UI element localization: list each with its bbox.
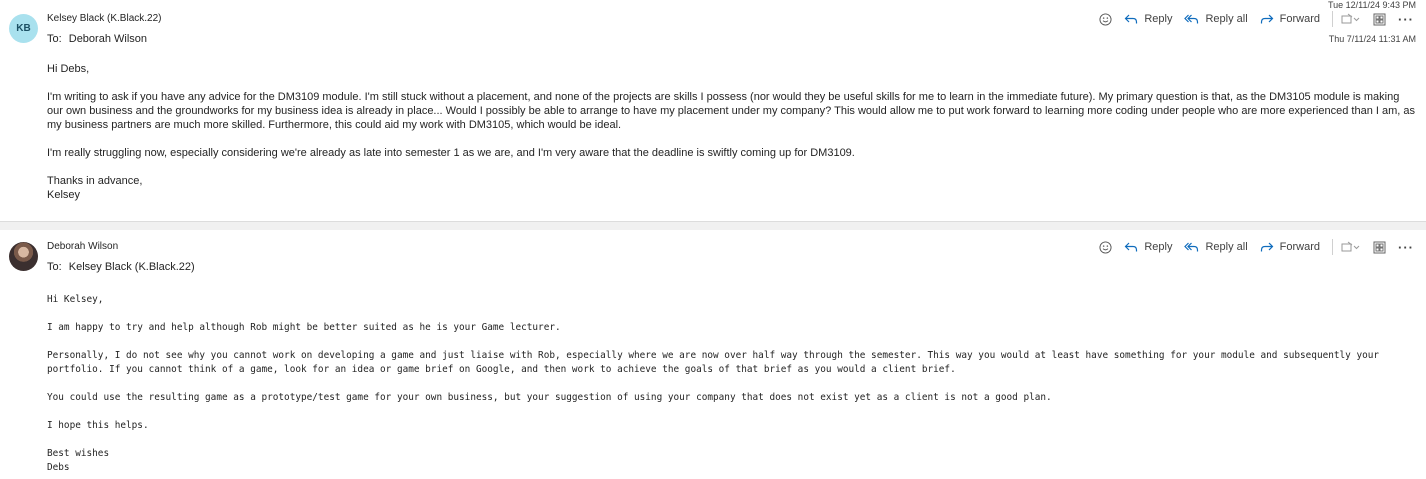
body-paragraph: Hi Debs, [47,63,90,75]
apps-icon [1341,241,1360,252]
more-options-icon[interactable]: ··· [1398,240,1414,255]
body-paragraph: I'm writing to ask if you have any advic… [47,91,1415,131]
body-paragraph: Thanks in advance, [47,175,143,187]
reply-all-icon [1184,242,1199,252]
sender-name[interactable]: Deborah Wilson [47,241,118,252]
emoji-reaction-icon[interactable] [1099,240,1112,254]
body-paragraph: I hope this helps. [47,420,149,431]
more-options-icon[interactable]: ··· [1398,12,1414,27]
forward-button[interactable]: Forward [1260,13,1320,25]
apps-icon [1341,13,1360,24]
immersive-reader-button[interactable] [1373,241,1386,254]
forward-icon [1260,242,1274,252]
reply-all-label: Reply all [1205,241,1248,253]
body-paragraph: You could use the resulting game as a pr… [47,392,1052,403]
body-paragraph: Personally, I do not see why you cannot … [47,350,1380,375]
toolbar-divider [1332,239,1333,255]
reply-button[interactable]: Reply [1124,241,1172,253]
reply-icon [1124,14,1138,24]
reply-all-label: Reply all [1205,13,1248,25]
avatar[interactable] [9,242,38,271]
apps-dropdown-button[interactable] [1341,241,1361,253]
message-date: Thu 7/11/24 11:31 AM [1328,34,1416,44]
recipients-line: To: Deborah Wilson [47,33,147,45]
immersive-reader-button[interactable] [1373,13,1386,26]
forward-label: Forward [1279,13,1320,25]
reply-label: Reply [1144,241,1173,253]
emoji-reaction-icon[interactable] [1099,12,1112,26]
reply-button[interactable]: Reply [1124,13,1172,25]
message-actions: Reply Reply all Forward ··· [1099,10,1426,28]
body-paragraph: I'm really struggling now, especially co… [47,147,855,159]
recipient-name[interactable]: Kelsey Black (K.Black.22) [69,261,195,273]
forward-label: Forward [1279,241,1320,253]
apps-dropdown-button[interactable] [1341,13,1361,25]
to-label: To: [47,33,62,45]
message-date: Tue 12/11/24 9:43 PM [1327,0,1416,10]
toolbar-divider [1332,11,1333,27]
body-paragraph: Best wishes [47,448,110,459]
email-message-1: KB Kelsey Black (K.Black.22) To: Deborah… [0,0,1426,222]
reader-icon [1373,241,1386,253]
message-body: Hi Debs, I'm writing to ask if you have … [47,62,1417,202]
forward-button[interactable]: Forward [1260,241,1320,253]
recipients-line: To: Kelsey Black (K.Black.22) [47,261,195,273]
sender-name[interactable]: Kelsey Black (K.Black.22) [47,13,162,24]
avatar[interactable]: KB [9,14,38,43]
reply-all-button[interactable]: Reply all [1184,241,1248,253]
recipient-name[interactable]: Deborah Wilson [69,33,147,45]
message-actions: Reply Reply all Forward ··· [1099,238,1426,256]
to-label: To: [47,261,62,273]
reply-all-icon [1184,14,1199,24]
body-paragraph: Hi Kelsey, [47,294,104,305]
message-body: Hi Kelsey, I am happy to try and help al… [47,293,1417,475]
reply-label: Reply [1144,13,1173,25]
body-paragraph: I am happy to try and help although Rob … [47,322,561,333]
reply-all-button[interactable]: Reply all [1184,13,1248,25]
body-paragraph: Kelsey [47,189,81,201]
body-paragraph: Debs [47,462,70,473]
reply-icon [1124,242,1138,252]
forward-icon [1260,14,1274,24]
email-message-2: Deborah Wilson To: Kelsey Black (K.Black… [0,230,1426,479]
reader-icon [1373,13,1386,25]
